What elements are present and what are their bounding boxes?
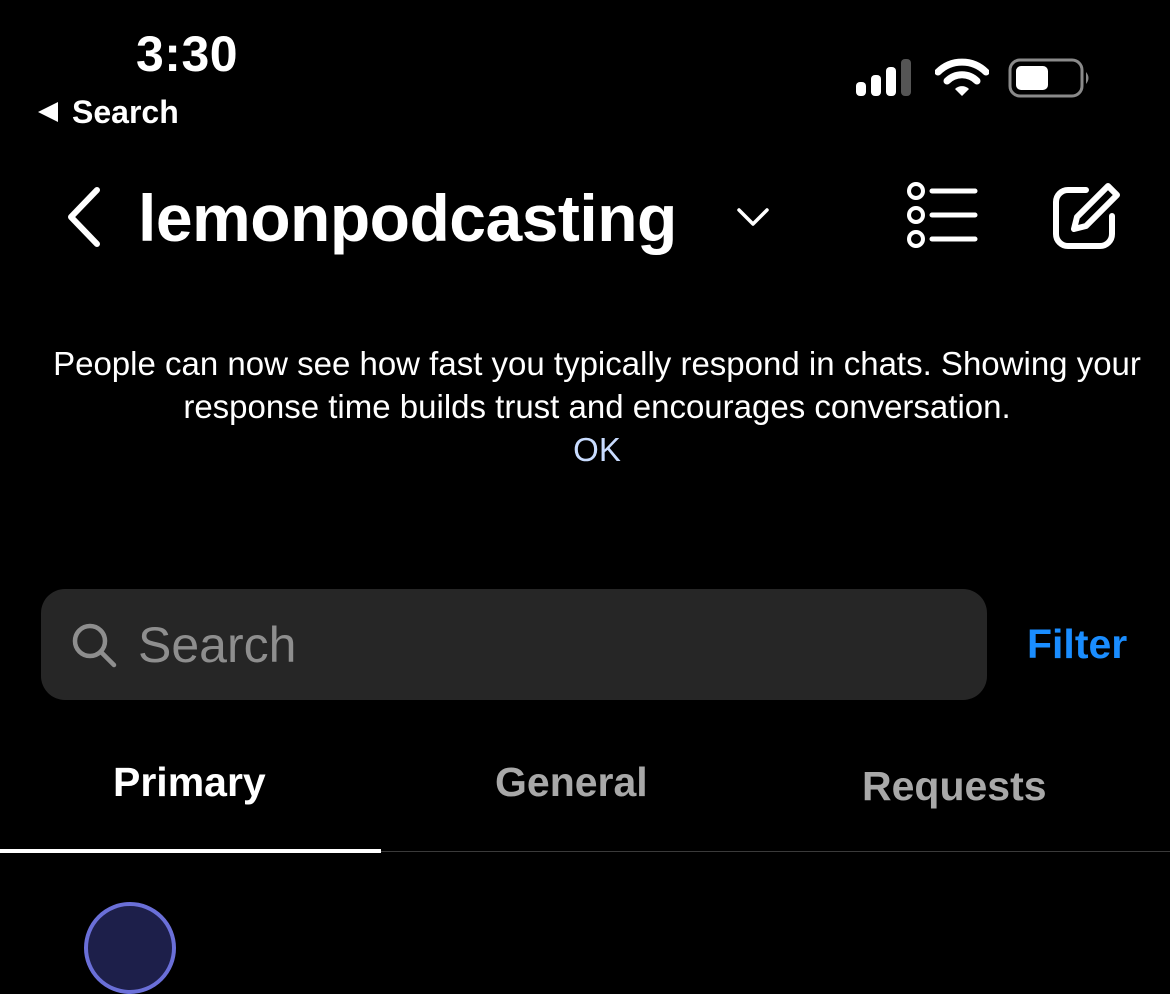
tab-primary[interactable]: Primary (113, 756, 266, 808)
back-to-app-button[interactable]: Search (38, 92, 179, 132)
compose-icon[interactable] (1050, 182, 1122, 250)
back-triangle-icon (38, 102, 58, 122)
status-time: 3:30 (136, 26, 239, 82)
avatar[interactable] (84, 902, 176, 994)
tab-requests[interactable]: Requests (862, 760, 1047, 812)
cellular-signal-icon (856, 59, 911, 96)
notice-message: People can now see how fast you typicall… (53, 345, 1141, 425)
back-to-app-label: Search (72, 94, 179, 130)
filter-button[interactable]: Filter (1027, 618, 1127, 670)
list-icon[interactable] (904, 182, 980, 248)
account-switcher[interactable]: lemonpodcasting (138, 178, 677, 258)
notice-ok-button[interactable]: OK (40, 428, 1154, 471)
chevron-down-icon[interactable] (736, 206, 770, 228)
wifi-icon (935, 58, 989, 96)
battery-icon (1008, 58, 1089, 98)
active-tab-indicator (0, 849, 381, 853)
search-placeholder: Search (138, 617, 297, 673)
back-icon[interactable] (64, 186, 104, 248)
response-time-notice: People can now see how fast you typicall… (40, 342, 1154, 471)
search-icon (72, 623, 117, 668)
tab-general[interactable]: General (495, 756, 648, 808)
